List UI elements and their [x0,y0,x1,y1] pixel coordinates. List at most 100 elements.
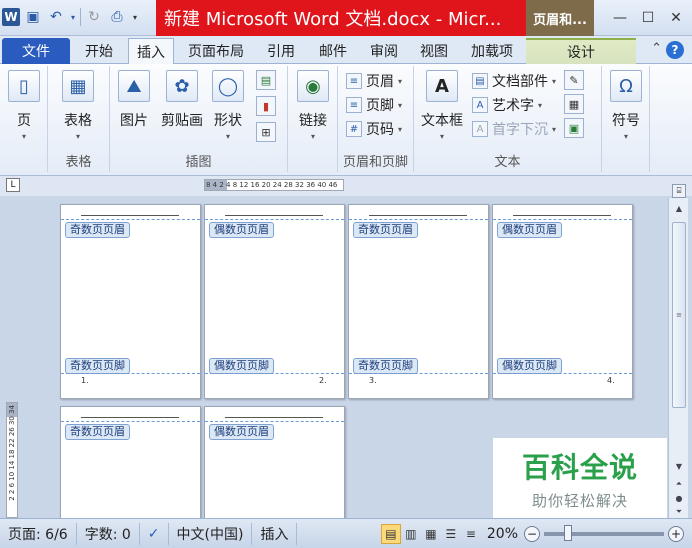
links-group: ◉ 链接 ▾ [288,66,338,172]
zoom-in-icon[interactable]: + [668,525,684,542]
insert-mode-status[interactable]: 插入 [252,522,298,545]
window-title: 新建 Microsoft Word 文档.docx - Micr... [156,0,526,36]
illustrations-group: ⛰ 图片 ✿ 剪贴画 ◯ 形状 ▾ ▤ ▮ ⊞ 插图 [110,66,288,172]
redo-icon[interactable]: ↻ [84,7,104,27]
page-count-status[interactable]: 页面: 6/6 [0,522,77,545]
zoom-slider-knob[interactable] [564,524,572,541]
dropcap-button[interactable]: A 首字下沉 ▾ [472,118,556,140]
picture-button[interactable]: ⛰ 图片 [114,70,154,130]
minimize-icon[interactable]: — [608,8,632,28]
symbol-button[interactable]: Ω 符号 ▾ [606,70,646,141]
customize-qat-icon[interactable]: ▾ [130,7,140,27]
pages-label: 页 [17,113,31,129]
maximize-icon[interactable]: ☐ [636,8,660,28]
word-count-status[interactable]: 字数: 0 [77,522,140,545]
prev-page-icon[interactable]: ⏶ [672,478,686,490]
header-icon: ≡ [346,73,362,89]
tab-selector-icon[interactable]: L [6,178,20,192]
view-ruler-icon[interactable]: ⌸ [672,184,686,198]
zoom-level[interactable]: 20% [481,526,524,542]
dropdown-icon: ▾ [552,76,557,86]
textbox-button[interactable]: A 文本框 ▾ [421,70,463,141]
wordart-button[interactable]: A 艺术字 ▾ [472,94,542,116]
tab-home[interactable]: 开始 [74,38,124,64]
watermark-subtitle: 助你轻松解决 [531,491,628,510]
page-number-icon: # [346,121,362,137]
clipart-button[interactable]: ✿ 剪贴画 [161,70,203,130]
footer-icon: ≡ [346,97,362,113]
object-icon[interactable]: ▣ [564,118,584,138]
textbox-icon: A [426,70,458,102]
horizontal-ruler[interactable]: 8 4 2 4 8 12 16 20 24 28 32 36 40 46 [204,179,344,191]
draft-icon[interactable]: ≡ [461,524,481,544]
header-line [225,215,323,217]
scroll-down-icon[interactable]: ▼ [672,460,686,472]
smartart-icon[interactable]: ▤ [256,70,276,90]
vertical-scrollbar[interactable]: ▲ ≡ ▼ ⏶ ● ⏷ [668,198,688,518]
zoom-out-icon[interactable]: − [524,525,540,542]
page[interactable]: 奇数页页眉 奇数页页脚 1. [60,204,201,399]
page[interactable]: 偶数页页眉 偶数页页脚 2. [204,204,345,399]
full-screen-reading-icon[interactable]: ▥ [401,524,421,544]
table-group: ▦ 表格 ▾ 表格 [48,66,110,172]
dropdown-icon: ▾ [398,124,403,134]
page[interactable]: 偶数页页眉 [204,406,345,518]
vertical-ruler[interactable]: 2 2 6 10 14 18 22 26 30 34 [6,402,18,518]
quick-parts-button[interactable]: ▤ 文档部件 ▾ [472,70,556,92]
web-layout-icon[interactable]: ▦ [421,524,441,544]
page-number: 1. [81,376,89,385]
quick-parts-label: 文档部件 [492,74,548,90]
scroll-thumb[interactable]: ≡ [672,222,686,408]
ribbon: ▯ 页 ▾ ▦ 表格 ▾ 表格 ⛰ 图片 ✿ 剪贴画 ◯ 形状 ▾ ▤ ▮ ⊞ … [0,64,692,176]
signature-line-icon[interactable]: ✎ [564,70,584,90]
vertical-ruler-ticks: 2 2 6 10 14 18 22 26 30 34 [8,405,16,501]
date-time-icon[interactable]: ▦ [564,94,584,114]
links-button[interactable]: ◉ 链接 ▾ [293,70,333,141]
page[interactable]: 奇数页页眉 [60,406,201,518]
collapse-ribbon-icon[interactable]: ⌃ [651,41,662,56]
screenshot-icon[interactable]: ⊞ [256,122,276,142]
undo-icon[interactable]: ↶ [46,7,66,27]
language-status[interactable]: 中文(中国) [169,522,253,545]
tab-file[interactable]: 文件 [2,38,70,64]
outline-icon[interactable]: ☰ [441,524,461,544]
shapes-button[interactable]: ◯ 形状 ▾ [208,70,248,141]
footer-button[interactable]: ≡ 页脚 ▾ [346,94,402,116]
footer-label: 页脚 [366,98,394,114]
select-browse-object-icon[interactable]: ● [672,492,686,504]
page-icon: ▯ [8,70,40,102]
chart-icon[interactable]: ▮ [256,96,276,116]
dropdown-icon: ▾ [552,124,557,134]
page[interactable]: 奇数页页眉 奇数页页脚 3. [348,204,489,399]
odd-header-label: 奇数页页眉 [353,222,418,238]
tab-references[interactable]: 引用 [258,38,304,64]
tab-insert[interactable]: 插入 [128,38,174,65]
context-tab-title: 页眉和... [526,0,594,36]
tab-review[interactable]: 审阅 [362,38,406,64]
pages-button[interactable]: ▯ 页 ▾ [4,70,44,141]
table-button[interactable]: ▦ 表格 ▾ [58,70,98,141]
word-app-icon[interactable]: W [2,8,20,26]
header-line [225,417,323,419]
help-icon[interactable]: ? [666,41,684,59]
odd-footer-label: 奇数页页脚 [353,358,418,374]
proofing-icon[interactable]: ✓ [140,522,169,545]
zoom-slider[interactable] [544,524,664,541]
scroll-up-icon[interactable]: ▲ [672,202,686,214]
print-preview-icon[interactable]: ⎙ [107,7,127,27]
tab-design[interactable]: 设计 [526,38,636,64]
dropdown-icon[interactable]: ▾ [69,7,77,27]
header-button[interactable]: ≡ 页眉 ▾ [346,70,402,92]
odd-header-label: 奇数页页眉 [65,424,130,440]
print-layout-icon[interactable]: ▤ [380,523,401,544]
tab-view[interactable]: 视图 [412,38,456,64]
page[interactable]: 偶数页页眉 偶数页页脚 4. [492,204,633,399]
page-number-button[interactable]: # 页码 ▾ [346,118,402,140]
dropcap-icon: A [472,121,488,137]
tab-mailings[interactable]: 邮件 [310,38,356,64]
tab-addins[interactable]: 加载项 [462,38,522,64]
tab-page-layout[interactable]: 页面布局 [178,38,254,64]
save-icon[interactable]: ▣ [23,7,43,27]
next-page-icon[interactable]: ⏷ [672,506,686,518]
close-icon[interactable]: ✕ [664,8,688,28]
